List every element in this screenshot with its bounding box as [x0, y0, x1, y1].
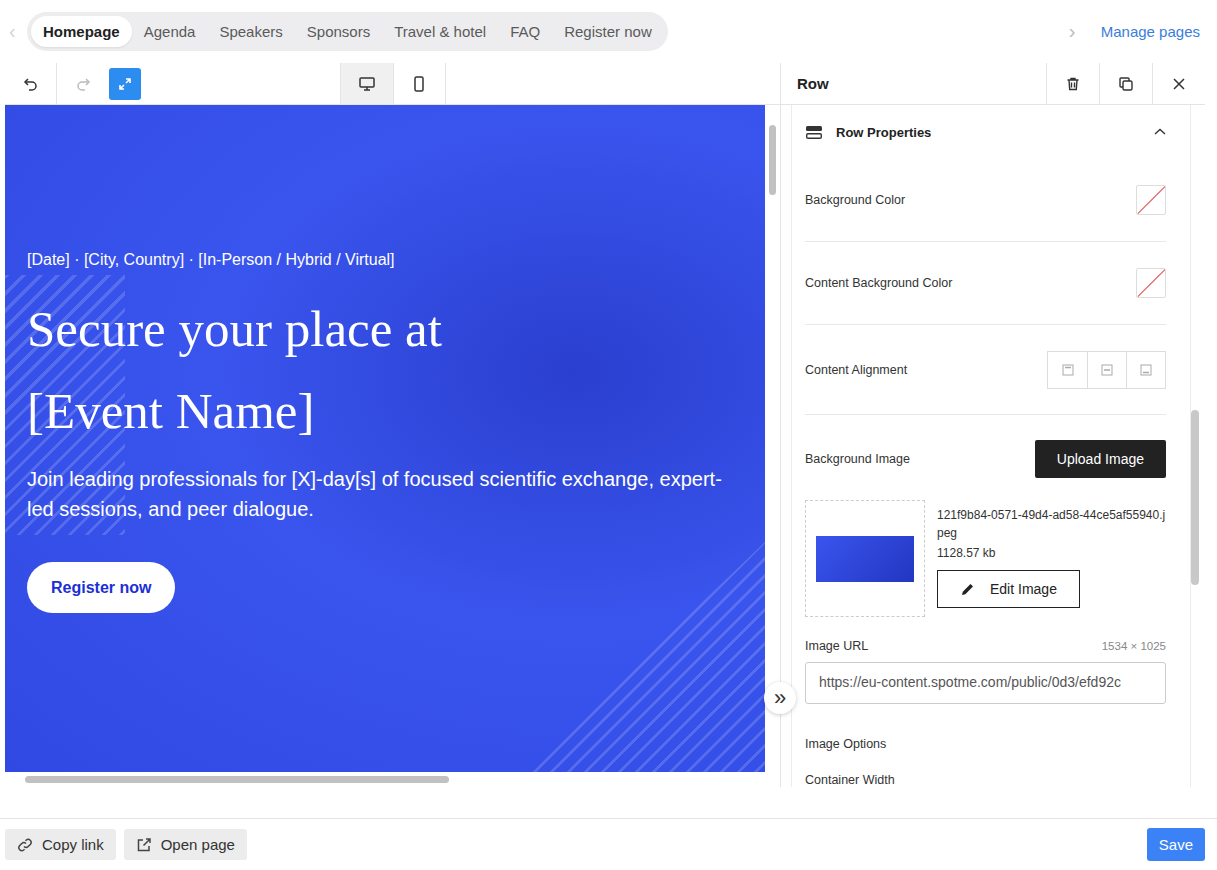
upload-image-button[interactable]: Upload Image — [1035, 440, 1166, 478]
align-top-button[interactable] — [1048, 352, 1087, 388]
delete-button[interactable] — [1046, 63, 1099, 104]
open-page-button[interactable]: Open page — [124, 829, 247, 860]
subsection-heading[interactable]: Container Width — [805, 773, 1166, 787]
copy-link-button[interactable]: Copy link — [5, 829, 116, 860]
image-url-input[interactable]: https://eu-content.spotme.com/public/0d3… — [805, 662, 1166, 704]
close-icon — [1172, 77, 1186, 91]
pencil-icon — [960, 581, 976, 597]
row-icon — [805, 124, 823, 140]
edit-image-button[interactable]: Edit Image — [937, 570, 1080, 608]
page-tab[interactable]: Homepage — [31, 16, 132, 47]
color-swatch[interactable] — [1136, 268, 1166, 298]
panel-title: Row — [781, 63, 1046, 104]
collapse-panel-button[interactable]: » — [764, 682, 796, 714]
page-tabs: HomepageAgendaSpeakersSponsorsTravel & h… — [27, 12, 668, 51]
image-thumbnail[interactable] — [805, 500, 925, 617]
properties-panel: Row Row Properties Background Color Cont… — [780, 63, 1205, 787]
prev-tabs-button[interactable]: ‹ — [9, 20, 27, 43]
image-field: Background Image Upload Image 121f9b84-0… — [805, 415, 1166, 617]
save-button[interactable]: Save — [1147, 828, 1205, 861]
align-top-icon — [1062, 364, 1074, 376]
hero-heading[interactable]: Secure your place at[Event Name] — [27, 288, 745, 452]
color-swatch[interactable] — [1136, 185, 1166, 215]
manage-pages-link[interactable]: Manage pages — [1101, 23, 1200, 40]
fullscreen-button[interactable] — [109, 68, 141, 100]
panel-scrollbar[interactable] — [1191, 105, 1201, 787]
canvas-horizontal-scrollbar[interactable] — [5, 772, 780, 787]
align-middle-button[interactable] — [1087, 352, 1126, 388]
align-bottom-icon — [1140, 364, 1152, 376]
mobile-icon — [413, 76, 425, 92]
color-field: Background Color — [805, 159, 1166, 242]
undo-icon — [23, 76, 39, 92]
next-tabs-button[interactable]: › — [1069, 20, 1087, 43]
page-tab[interactable]: Travel & hotel — [382, 16, 498, 47]
desktop-view-button[interactable] — [341, 63, 393, 104]
close-button[interactable] — [1152, 63, 1205, 104]
section-header[interactable]: Row Properties — [805, 105, 1166, 159]
canvas-vertical-scrollbar[interactable] — [765, 105, 780, 772]
file-size: 1128.57 kb — [937, 546, 996, 560]
page-tab[interactable]: FAQ — [498, 16, 552, 47]
page-tab[interactable]: Agenda — [132, 16, 208, 47]
canvas-area: [Date] · [City, Country] · [In-Person / … — [5, 105, 780, 787]
panel-header: Row — [781, 63, 1205, 105]
workspace: [Date] · [City, Country] · [In-Person / … — [5, 63, 1205, 787]
chevron-icon — [1154, 128, 1166, 136]
duplicate-icon — [1118, 76, 1134, 92]
color-field: Content Background Color — [805, 242, 1166, 325]
external-icon — [136, 837, 152, 853]
page-tab[interactable]: Sponsors — [295, 16, 382, 47]
hero-row[interactable]: [Date] · [City, Country] · [In-Person / … — [5, 105, 765, 772]
redo-button[interactable] — [57, 63, 109, 104]
page-editor: ‹ HomepageAgendaSpeakersSponsorsTravel &… — [0, 0, 1217, 870]
undo-button[interactable] — [5, 63, 57, 104]
toolbar — [5, 63, 780, 105]
link-icon — [17, 837, 33, 853]
desktop-icon — [358, 76, 376, 92]
expand-icon — [117, 76, 133, 92]
subsection-heading[interactable]: Image Options — [805, 737, 1166, 751]
register-button[interactable]: Register now — [27, 562, 175, 613]
hero-content: [Date] · [City, Country] · [In-Person / … — [5, 105, 765, 613]
page-tab-bar: ‹ HomepageAgendaSpeakersSponsorsTravel &… — [0, 0, 1217, 63]
align-bottom-button[interactable] — [1126, 352, 1165, 388]
image-url-field: Image URL 1534 × 1025 https://eu-content… — [805, 639, 1166, 704]
trash-icon — [1065, 76, 1081, 92]
editor: [Date] · [City, Country] · [In-Person / … — [5, 63, 780, 787]
hero-meta[interactable]: [Date] · [City, Country] · [In-Person / … — [27, 250, 745, 270]
hero-text[interactable]: Join leading professionals for [X]-day[s… — [27, 464, 742, 524]
file-name: 121f9b84-0571-49d4-ad58-44ce5af55940.jpe… — [937, 506, 1166, 542]
panel-body: Row Properties Background Color Content … — [781, 105, 1205, 787]
redo-icon — [75, 76, 91, 92]
page-tab[interactable]: Speakers — [207, 16, 294, 47]
mobile-view-button[interactable] — [393, 63, 445, 104]
duplicate-button[interactable] — [1099, 63, 1152, 104]
align-middle-icon — [1101, 364, 1113, 376]
page-tab[interactable]: Register now — [552, 16, 664, 47]
footer-bar: Copy link Open page Save — [0, 818, 1217, 870]
image-dimensions: 1534 × 1025 — [1102, 640, 1166, 652]
alignment-field: Content Alignment — [805, 325, 1166, 415]
